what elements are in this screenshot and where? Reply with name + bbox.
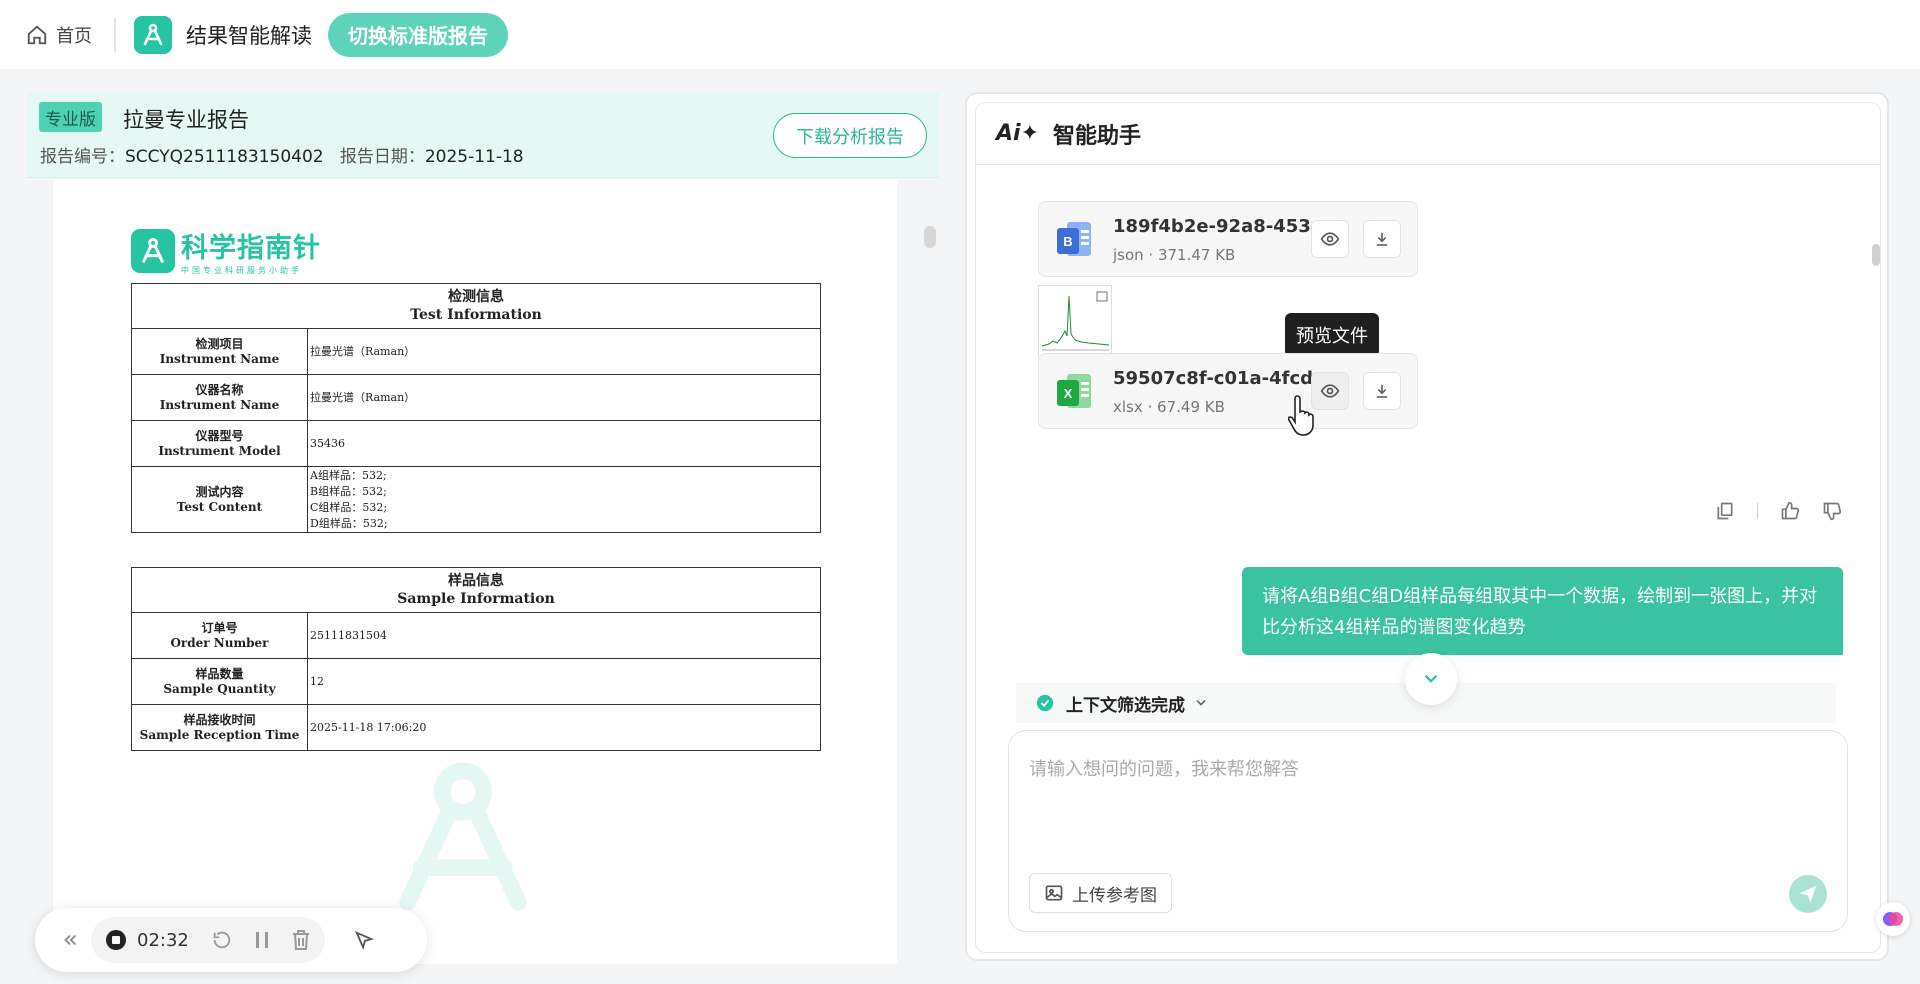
sample-info-title: 样品信息 Sample Information bbox=[131, 567, 821, 613]
top-bar: 首页 结果智能解读 切换标准版报告 bbox=[0, 0, 1920, 69]
restart-icon[interactable] bbox=[211, 929, 233, 951]
ai-sparkle-icon: Ai✦ bbox=[996, 121, 1040, 146]
table-row: 订单号 Order Number 25111831504 bbox=[131, 612, 821, 659]
home-link[interactable]: 首页 bbox=[26, 22, 92, 48]
download-file-button[interactable] bbox=[1363, 220, 1401, 258]
assistant-inner: Ai✦ 智能助手 B 189f4b2e-92a8-453e... json · … bbox=[975, 102, 1881, 953]
collapse-double-chevron-icon[interactable] bbox=[61, 931, 79, 949]
report-number: SCCYQ2511183150402 bbox=[125, 147, 324, 167]
eye-icon bbox=[1320, 232, 1340, 246]
table-row: 仪器型号 Instrument Model 35436 bbox=[131, 420, 821, 467]
message-actions bbox=[1715, 501, 1842, 521]
home-label: 首页 bbox=[56, 25, 92, 47]
compass-logo-icon bbox=[131, 229, 175, 273]
report-date-label: 报告日期： bbox=[339, 147, 425, 167]
eye-icon bbox=[1320, 384, 1340, 398]
document-scrollbar[interactable] bbox=[924, 226, 936, 248]
chat-input-box: 上传参考图 bbox=[1008, 730, 1848, 932]
brain-icon[interactable] bbox=[1876, 902, 1910, 936]
edition-badge: 专业版 bbox=[39, 102, 102, 132]
chevron-down-icon bbox=[1424, 674, 1438, 683]
table-row: 测试内容 Test Content A组样品：532; B组样品：532; C组样品：… bbox=[131, 466, 821, 533]
file-meta: xlsx · 67.49 KB bbox=[1113, 398, 1225, 416]
table-row: 样品数量 Sample Quantity 12 bbox=[131, 658, 821, 705]
upload-reference-image-button[interactable]: 上传参考图 bbox=[1029, 873, 1172, 913]
image-icon bbox=[1045, 885, 1063, 901]
download-icon bbox=[1376, 385, 1388, 398]
user-message-bubble: 请将A组B组C组D组样品每组取其中一个数据，绘制到一张图上，并对比分析这4组样品… bbox=[1242, 567, 1843, 655]
download-file-button[interactable] bbox=[1363, 372, 1401, 410]
doc-logo: 科学指南针 中国专业科研服务小助手 bbox=[131, 226, 321, 276]
download-icon bbox=[1376, 233, 1388, 246]
trash-icon[interactable] bbox=[291, 929, 311, 951]
recording-time: 02:32 bbox=[137, 929, 189, 951]
home-icon bbox=[27, 25, 47, 44]
preview-tooltip: 预览文件 bbox=[1285, 313, 1379, 364]
send-button[interactable] bbox=[1789, 875, 1827, 913]
chat-input[interactable] bbox=[1029, 755, 1819, 835]
switch-standard-report-button[interactable]: 切换标准版报告 bbox=[328, 12, 508, 57]
upload-label: 上传参考图 bbox=[1072, 885, 1157, 906]
doc-logo-name: 科学指南针 bbox=[181, 233, 321, 264]
report-number-label: 报告编号： bbox=[40, 147, 125, 167]
test-info-title: 检测信息 Test Information bbox=[131, 283, 821, 329]
table-row: 检测项目 Instrument Name 拉曼光谱（Raman） bbox=[131, 328, 821, 375]
spectrum-chart-icon bbox=[1041, 291, 1110, 351]
divider bbox=[114, 17, 116, 52]
recorder-toolbar: 02:32 bbox=[35, 908, 427, 972]
excel-icon: X bbox=[1057, 374, 1091, 408]
check-circle-icon bbox=[1036, 694, 1054, 712]
report-meta: 报告编号：SCCYQ2511183150402 报告日期：2025-11-18 bbox=[40, 142, 524, 167]
app-logo-icon bbox=[134, 15, 172, 54]
chevron-down-icon bbox=[1196, 700, 1206, 706]
test-info-table: 检测信息 Test Information 检测项目 Instrument Name… bbox=[131, 283, 821, 533]
report-date: 2025-11-18 bbox=[424, 147, 524, 167]
file-card-xlsx: X 59507c8f-c01a-4fcd-... xlsx · 67.49 KB bbox=[1038, 353, 1418, 429]
thumbs-down-icon[interactable] bbox=[1822, 501, 1842, 521]
svg-text:B: B bbox=[1063, 234, 1072, 249]
chat-scrollbar[interactable] bbox=[1872, 244, 1880, 266]
file-name: 189f4b2e-92a8-453e... bbox=[1113, 216, 1313, 237]
assistant-panel: Ai✦ 智能助手 B 189f4b2e-92a8-453e... json · … bbox=[965, 92, 1889, 961]
thumbs-up-icon[interactable] bbox=[1780, 501, 1800, 521]
copy-icon[interactable] bbox=[1715, 501, 1735, 521]
pause-icon[interactable] bbox=[253, 930, 271, 950]
stop-record-icon[interactable] bbox=[105, 929, 127, 951]
scroll-to-bottom-button[interactable] bbox=[1405, 653, 1457, 705]
report-header: 专业版 拉曼专业报告 报告编号：SCCYQ2511183150402 报告日期：… bbox=[27, 92, 939, 178]
report-document[interactable]: 科学指南针 中国专业科研服务小助手 检测信息 Test Information 检… bbox=[53, 180, 897, 964]
context-status-label: 上下文筛选完成 bbox=[1066, 695, 1185, 716]
file-meta: json · 371.47 KB bbox=[1113, 246, 1236, 264]
app-title: 结果智能解读 bbox=[186, 23, 312, 48]
sample-info-table: 样品信息 Sample Information 订单号 Order Number 25… bbox=[131, 567, 821, 751]
send-icon bbox=[1799, 885, 1817, 903]
assistant-header: Ai✦ 智能助手 bbox=[976, 103, 1880, 165]
report-title: 拉曼专业报告 bbox=[123, 108, 249, 132]
preview-file-button[interactable] bbox=[1311, 220, 1349, 258]
report-panel: 专业版 拉曼专业报告 报告编号：SCCYQ2511183150402 报告日期：… bbox=[27, 92, 939, 964]
file-name: 59507c8f-c01a-4fcd-... bbox=[1113, 368, 1313, 389]
file-card-json: B 189f4b2e-92a8-453e... json · 371.47 KB bbox=[1038, 201, 1418, 277]
cursor-pointer-icon[interactable] bbox=[353, 929, 375, 951]
svg-text:X: X bbox=[1064, 386, 1073, 401]
download-report-button[interactable]: 下载分析报告 bbox=[773, 113, 927, 158]
table-row: 仪器名称 Instrument Name 拉曼光谱（Raman） bbox=[131, 374, 821, 421]
word-doc-icon: B bbox=[1057, 222, 1091, 256]
doc-logo-sub: 中国专业科研服务小助手 bbox=[181, 266, 302, 275]
spectrum-thumbnail[interactable] bbox=[1038, 285, 1112, 357]
divider bbox=[1757, 503, 1758, 519]
assistant-title: 智能助手 bbox=[1053, 123, 1142, 149]
recording-controls: 02:32 bbox=[91, 917, 325, 963]
hand-cursor-icon bbox=[1288, 395, 1314, 436]
